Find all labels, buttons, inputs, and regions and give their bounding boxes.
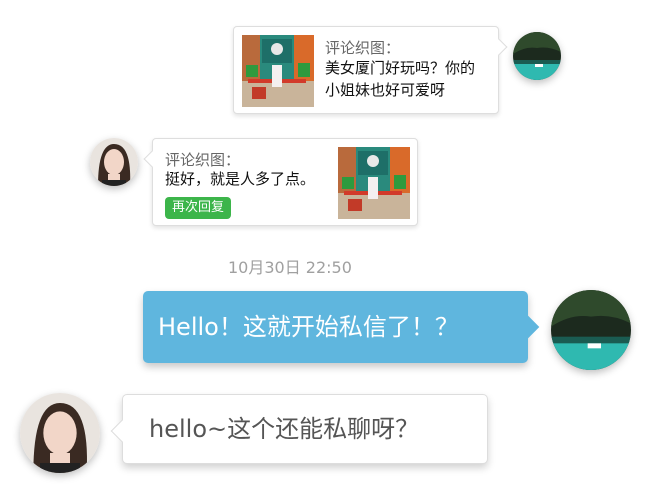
comment-text: 挺好，就是人多了点。 xyxy=(165,170,316,188)
cave-lake-avatar-icon[interactable] xyxy=(513,32,561,80)
card-tail xyxy=(143,150,161,168)
bubble-tail xyxy=(110,419,134,443)
comment-card-other[interactable]: 评论织图： 挺好，就是人多了点。 再次回复 xyxy=(143,138,418,226)
cave-lake-avatar-icon[interactable] xyxy=(551,290,631,370)
street-photo-thumbnail-icon[interactable] xyxy=(242,35,314,107)
comment-title: 评论织图： xyxy=(325,39,401,57)
message-text: hello~这个还能私聊呀？ xyxy=(149,415,420,443)
message-timestamp: 10月30日 22:50 xyxy=(228,258,352,277)
card-tail xyxy=(490,38,508,56)
message-bubble-self[interactable]: Hello！这就开始私信了！？ xyxy=(143,291,540,363)
comment-card-self[interactable]: 评论织图： 美女厦门好玩吗？你的小姐妹也好可爱呀 xyxy=(233,26,508,114)
comment-text: 美女厦门好玩吗？你的小姐妹也好可爱呀 xyxy=(325,59,476,99)
comment-title: 评论织图： xyxy=(165,151,241,169)
girl-portrait-avatar-icon[interactable] xyxy=(20,393,100,473)
street-photo-thumbnail-icon[interactable] xyxy=(338,147,410,219)
message-text: Hello！这就开始私信了！？ xyxy=(158,313,459,341)
bubble-tail xyxy=(516,315,540,339)
reply-again-button[interactable]: 再次回复 xyxy=(165,197,232,219)
message-bubble-other[interactable]: hello~这个还能私聊呀？ xyxy=(110,394,488,464)
girl-portrait-avatar-icon[interactable] xyxy=(90,138,138,186)
